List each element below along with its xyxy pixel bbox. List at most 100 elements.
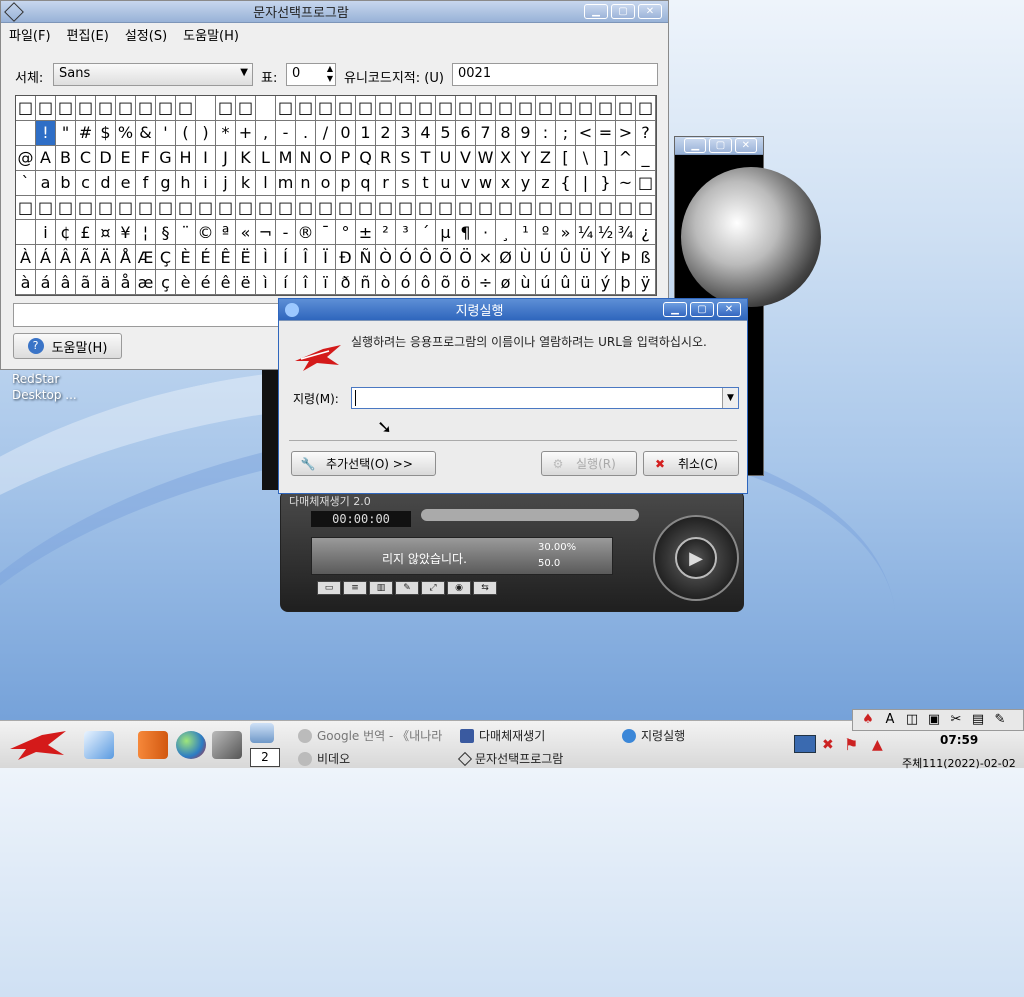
char-cell[interactable]: à [16,270,36,295]
char-cell[interactable]: k [236,170,256,196]
char-cell[interactable]: > [616,120,636,146]
char-cell[interactable]: ß [636,245,656,271]
char-cell[interactable]: e [116,170,136,196]
char-cell[interactable]: \ [576,145,596,171]
char-cell[interactable]: % [116,120,136,146]
char-cell[interactable]: □ [416,96,436,121]
char-cell[interactable]: □ [396,96,416,121]
char-cell[interactable]: □ [56,96,76,121]
menu-edit[interactable]: 편집(E) [67,25,109,44]
char-cell[interactable]: Z [536,145,556,171]
char-cell[interactable]: ù [516,270,536,295]
char-cell[interactable]: □ [636,96,656,121]
char-cell[interactable]: Ä [96,245,116,271]
char-cell[interactable]: ± [356,220,376,246]
volume-muted-icon[interactable]: ✖ [822,737,834,753]
char-cell[interactable]: E [116,145,136,171]
char-cell[interactable]: / [316,120,336,146]
char-cell[interactable]: - [276,120,296,146]
char-cell[interactable]: 2 [376,120,396,146]
char-cell[interactable]: □ [456,96,476,121]
char-cell[interactable]: Å [116,245,136,271]
char-cell[interactable]: □ [236,96,256,121]
char-cell[interactable]: · [476,220,496,246]
char-cell[interactable]: U [436,145,456,171]
video-titlebar[interactable]: ▁ ▢ ✕ [675,137,763,155]
char-cell[interactable]: : [536,120,556,146]
char-cell[interactable]: □ [596,96,616,121]
close-button[interactable]: ✕ [717,302,741,317]
char-cell[interactable]: □ [116,96,136,121]
char-cell[interactable]: P [336,145,356,171]
char-cell[interactable]: □ [436,195,456,221]
char-cell[interactable]: d [96,170,116,196]
char-cell[interactable]: Ö [456,245,476,271]
char-cell[interactable]: º [536,220,556,246]
alert-icon[interactable]: ▲ [872,737,883,753]
char-cell[interactable]: Ê [216,245,236,271]
char-cell[interactable]: , [256,120,276,146]
char-cell[interactable]: ¾ [616,220,636,246]
char-cell[interactable]: □ [316,195,336,221]
char-cell[interactable]: » [556,220,576,246]
char-cell[interactable]: □ [436,96,456,121]
char-cell[interactable]: a [36,170,56,196]
char-cell[interactable]: w [476,170,496,196]
chevron-down-icon[interactable]: ▼ [722,388,738,408]
redstar-tray-icon[interactable]: ♠ [859,712,877,728]
char-cell[interactable]: ÿ [636,270,656,295]
char-cell[interactable]: ' [156,120,176,146]
workspace-pager[interactable]: 2 [250,748,280,767]
char-cell[interactable]: D [96,145,116,171]
char-cell[interactable]: c [76,170,96,196]
char-cell[interactable]: & [136,120,156,146]
char-cell[interactable]: Ð [336,245,356,271]
unicode-input[interactable]: 0021 [452,63,658,86]
char-cell[interactable]: £ [76,220,96,246]
char-cell[interactable]: < [576,120,596,146]
char-cell[interactable]: i [196,170,216,196]
char-cell[interactable]: i [36,220,56,246]
char-cell[interactable]: ý [596,270,616,295]
char-cell[interactable]: î [296,270,316,295]
font-tray-icon[interactable]: A [881,712,899,728]
character-grid[interactable]: □ □ □ □ □ □ □ □ □ □ □ □ □ □ □ □ □ □ □ □ □ □ □ □ □ □ □ □ □ □! " # $% & '() *… [15,95,657,296]
char-cell[interactable]: ¦ [136,220,156,246]
equalizer-icon[interactable]: ▥ [369,581,393,595]
char-cell[interactable]: O [316,145,336,171]
char-cell[interactable]: Ñ [356,245,376,271]
char-cell[interactable]: □ [196,195,216,221]
char-cell[interactable]: Â [56,245,76,271]
char-cell[interactable]: f [136,170,156,196]
char-cell[interactable]: 6 [456,120,476,146]
char-cell[interactable]: ñ [356,270,376,295]
char-cell[interactable]: _ [636,145,656,171]
char-cell[interactable]: © [196,220,216,246]
char-cell[interactable]: □ [476,96,496,121]
char-cell[interactable]: □ [36,96,56,121]
maximize-button[interactable]: ▢ [690,302,714,317]
char-cell[interactable]: 9 [516,120,536,146]
char-cell[interactable]: Í [276,245,296,271]
char-cell[interactable]: Ç [156,245,176,271]
char-cell[interactable]: ~ [616,170,636,196]
char-cell[interactable]: { [556,170,576,196]
minimize-button[interactable]: ▁ [584,4,608,19]
char-cell[interactable]: ² [376,220,396,246]
font-select[interactable]: Sans ▼ [53,63,253,86]
char-cell[interactable]: ¿ [636,220,656,246]
char-cell[interactable]: + [236,120,256,146]
char-cell[interactable]: Ë [236,245,256,271]
char-cell[interactable]: v [456,170,476,196]
menu-settings[interactable]: 설정(S) [125,25,167,44]
char-cell[interactable]: □ [336,96,356,121]
char-cell[interactable]: □ [156,195,176,221]
char-cell[interactable]: ® [296,220,316,246]
char-cell[interactable]: Q [356,145,376,171]
char-cell[interactable]: □ [356,195,376,221]
char-cell[interactable]: ô [416,270,436,295]
char-cell[interactable]: ê [216,270,236,295]
char-cell[interactable]: □ [396,195,416,221]
char-cell[interactable]: Á [36,245,56,271]
note-tray-icon[interactable]: ▣ [925,712,943,728]
